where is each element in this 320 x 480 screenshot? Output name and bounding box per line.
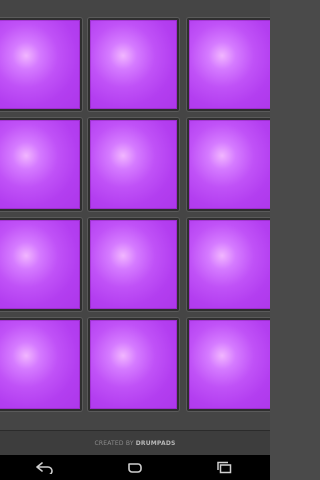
footer-prefix: CREATED BY bbox=[94, 440, 134, 447]
pad-12[interactable] bbox=[187, 318, 270, 411]
pad-9[interactable] bbox=[187, 218, 270, 311]
pad-1[interactable] bbox=[0, 18, 82, 111]
pad-8[interactable] bbox=[88, 218, 179, 311]
pad-5[interactable] bbox=[88, 118, 179, 211]
pad-11[interactable] bbox=[88, 318, 179, 411]
drum-pad-screen: CREATED BY DRUMPADS bbox=[0, 0, 270, 480]
pad-10[interactable] bbox=[0, 318, 82, 411]
pad-4[interactable] bbox=[0, 118, 82, 211]
footer-brand: DRUMPADS bbox=[135, 440, 176, 447]
pad-6[interactable] bbox=[187, 118, 270, 211]
back-icon bbox=[36, 461, 53, 474]
pad-3[interactable] bbox=[187, 18, 270, 111]
back-button[interactable] bbox=[23, 455, 67, 480]
recent-apps-icon bbox=[217, 461, 232, 474]
home-icon bbox=[128, 462, 142, 473]
home-button[interactable] bbox=[113, 455, 157, 480]
pad-2[interactable] bbox=[88, 18, 179, 111]
app-footer: CREATED BY DRUMPADS bbox=[0, 430, 270, 456]
system-navigation-bar bbox=[0, 455, 270, 480]
pad-grid bbox=[0, 0, 270, 430]
pad-7[interactable] bbox=[0, 218, 82, 311]
recent-apps-button[interactable] bbox=[203, 455, 247, 480]
